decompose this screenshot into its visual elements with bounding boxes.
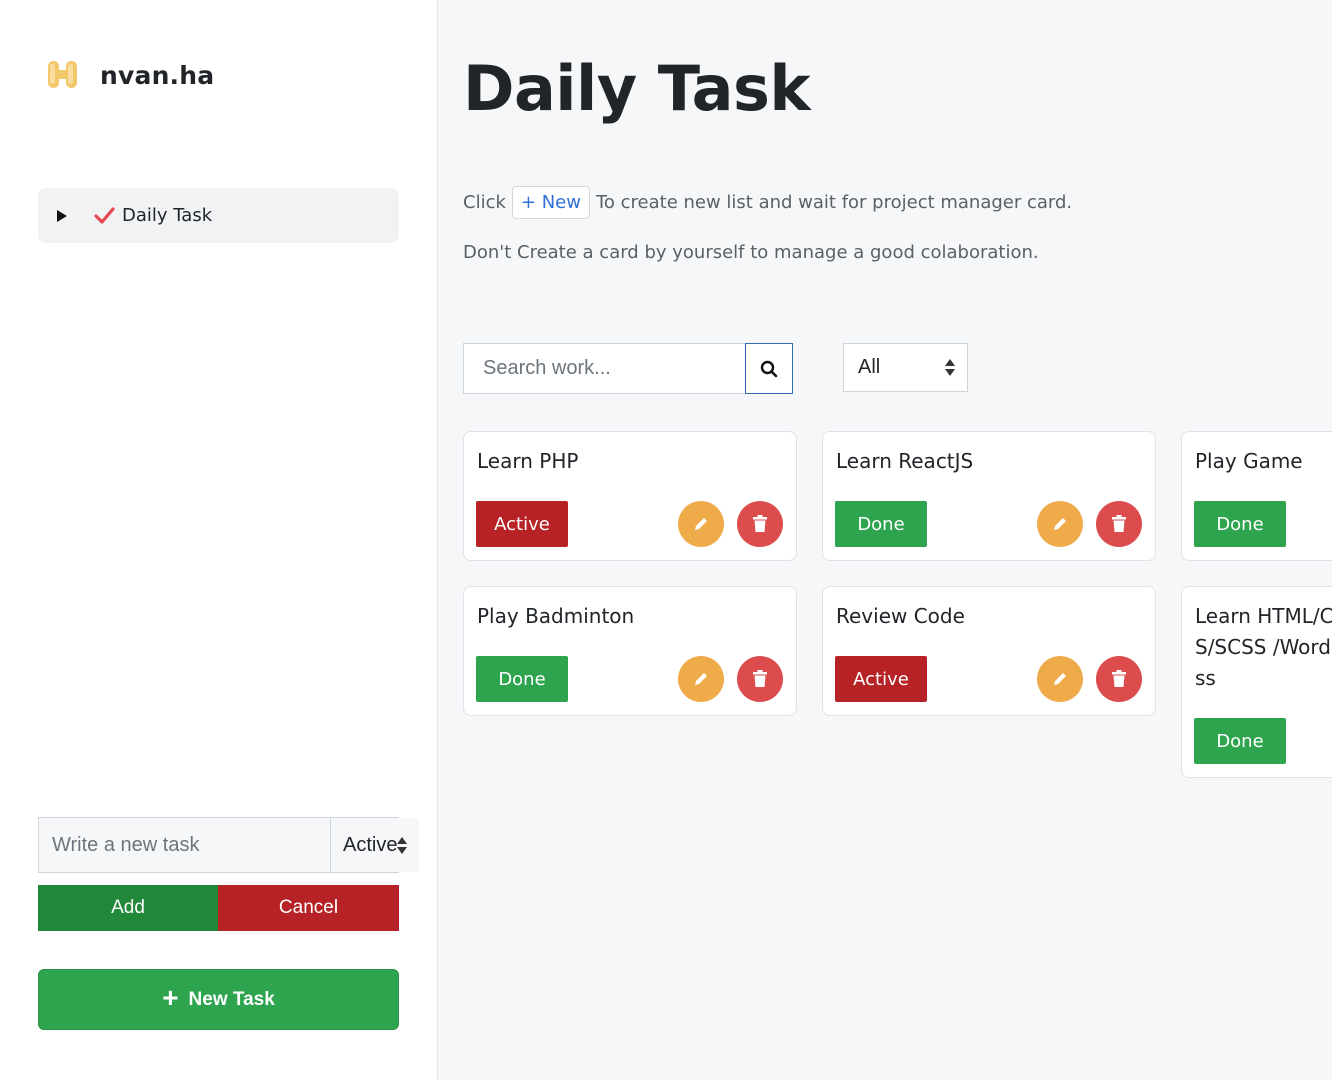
new-task-button-label: New Task (188, 988, 275, 1010)
desc-click: Click (463, 192, 506, 213)
edit-button[interactable] (1037, 656, 1083, 702)
sort-arrows-icon (945, 359, 955, 376)
form-actions: Add Cancel (38, 885, 399, 931)
search-bar (463, 343, 793, 394)
sidebar-item-label: Daily Task (122, 205, 213, 226)
task-title: Learn PHP (477, 449, 579, 473)
delete-button[interactable] (737, 656, 783, 702)
delete-button[interactable] (1096, 656, 1142, 702)
page-title: Daily Task (463, 52, 811, 125)
new-task-input[interactable] (39, 818, 331, 872)
task-card: Learn ReactJS Done (822, 431, 1156, 561)
task-card: Learn HTML/CSS/SCSS /WordPress Done (1181, 586, 1332, 778)
pencil-icon (695, 518, 707, 530)
status-button[interactable]: Done (476, 656, 568, 702)
status-filter-select[interactable]: All (843, 343, 968, 392)
status-button[interactable]: Done (835, 501, 927, 547)
sidebar: nvan.ha Daily Task Active Add Cancel + N… (0, 0, 438, 1080)
trash-icon (1112, 670, 1126, 687)
trash-icon (1112, 515, 1126, 532)
trash-icon (753, 515, 767, 532)
new-task-button[interactable]: + New Task (38, 969, 399, 1030)
task-title: Learn ReactJS (836, 449, 974, 473)
new-task-form: Active (38, 817, 420, 873)
search-input[interactable] (463, 343, 745, 394)
checkmark-icon (94, 206, 115, 224)
status-filter-value: All (858, 356, 881, 378)
task-card: Review Code Active (822, 586, 1156, 716)
pencil-icon (695, 673, 707, 685)
plus-icon: + (162, 982, 179, 1013)
sidebar-item-daily-task[interactable]: Daily Task (38, 188, 399, 243)
status-button[interactable]: Active (476, 501, 568, 547)
task-title: Play Game (1195, 449, 1303, 473)
status-button[interactable]: Active (835, 656, 927, 702)
task-title: Review Code (836, 604, 965, 628)
new-task-status-select[interactable]: Active (331, 818, 420, 872)
trash-icon (753, 670, 767, 687)
new-list-button[interactable]: + New (511, 186, 590, 219)
desc-line1-rest: To create new list and wait for project … (595, 192, 1073, 213)
cancel-button[interactable]: Cancel (218, 885, 399, 931)
edit-button[interactable] (678, 656, 724, 702)
sort-arrows-icon (397, 836, 408, 854)
task-card: Play Badminton Done (463, 586, 797, 716)
logo-icon (48, 61, 77, 88)
pencil-icon (1054, 673, 1066, 685)
search-button[interactable] (745, 343, 793, 394)
edit-button[interactable] (678, 501, 724, 547)
add-button[interactable]: Add (38, 885, 218, 931)
instructions-line-1: Click + New To create new list and wait … (463, 186, 1072, 219)
task-title: Learn HTML/CSS/SCSS /WordPress (1195, 604, 1332, 690)
caret-right-icon[interactable] (57, 209, 67, 222)
brand-name: nvan.ha (100, 60, 215, 90)
task-card: Play Game Done (1181, 431, 1332, 561)
status-button[interactable]: Done (1194, 718, 1286, 764)
brand[interactable]: nvan.ha (46, 58, 214, 92)
status-button[interactable]: Done (1194, 501, 1286, 547)
task-card: Learn PHP Active (463, 431, 797, 561)
edit-button[interactable] (1037, 501, 1083, 547)
new-task-status-value: Active (343, 833, 398, 856)
instructions-line-2: Don't Create a card by yourself to manag… (463, 242, 1039, 263)
delete-button[interactable] (1096, 501, 1142, 547)
task-title: Play Badminton (477, 604, 635, 628)
delete-button[interactable] (737, 501, 783, 547)
pencil-icon (1054, 518, 1066, 530)
search-icon (760, 360, 778, 377)
